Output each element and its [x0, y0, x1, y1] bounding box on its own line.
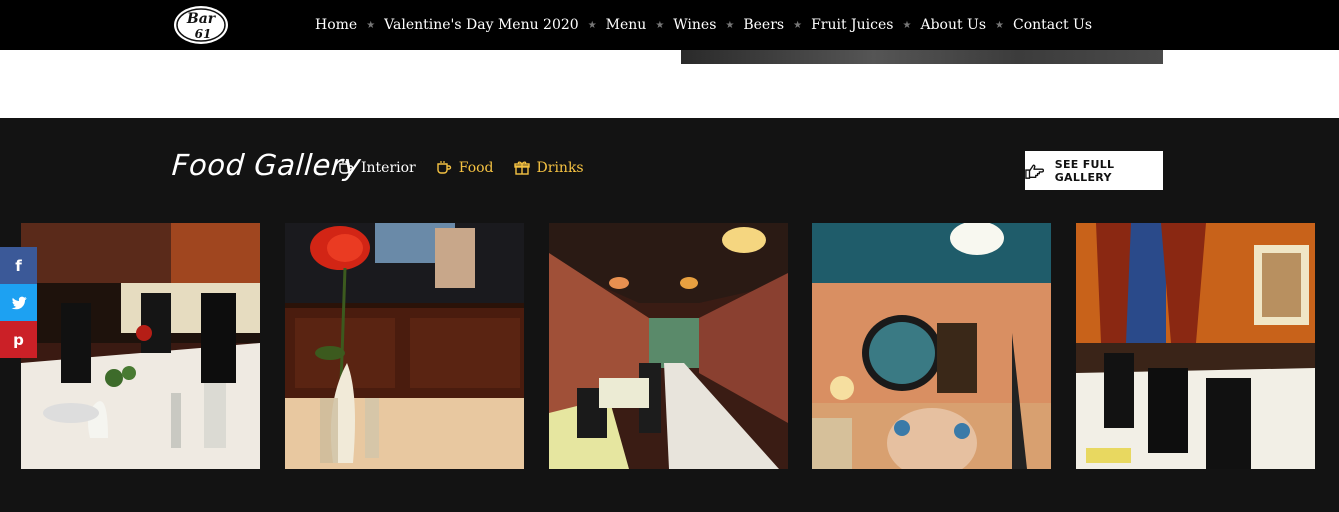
pinterest-icon: p: [13, 330, 24, 349]
gallery-title: Food Gallery: [170, 148, 363, 182]
svg-text:Bar: Bar: [186, 11, 217, 27]
filter-food[interactable]: Food: [436, 160, 494, 176]
facebook-icon: f: [15, 256, 22, 275]
facebook-share-button[interactable]: f: [0, 247, 37, 284]
filter-drinks-label: Drinks: [536, 160, 584, 176]
nav-home[interactable]: Home: [315, 17, 357, 33]
filter-interior-label: Interior: [361, 160, 416, 176]
nav-separator-star-icon: ★: [902, 19, 912, 31]
nav-valentines-menu[interactable]: Valentine's Day Menu 2020: [384, 17, 579, 33]
see-full-gallery-button[interactable]: SEE FULL GALLERY: [1025, 151, 1163, 190]
nav-about-us[interactable]: About Us: [920, 17, 986, 33]
gallery-photo-wall-decor: [812, 223, 1051, 469]
pinterest-share-button[interactable]: p: [0, 321, 37, 358]
nav-menu[interactable]: Menu: [606, 17, 647, 33]
gallery-photo-red-rose: [285, 223, 524, 469]
nav-contact-us[interactable]: Contact Us: [1013, 17, 1092, 33]
hero-image-edge: [681, 50, 1163, 64]
nav-separator-star-icon: ★: [587, 19, 597, 31]
site-logo[interactable]: Bar 61: [172, 3, 230, 47]
gallery-photo-dining-hall: [549, 223, 788, 469]
gallery-tile[interactable]: [285, 223, 524, 469]
nav-beers[interactable]: Beers: [743, 17, 784, 33]
nav-separator-star-icon: ★: [995, 19, 1004, 31]
site-header: Bar 61 Home ★ Valentine's Day Menu 2020 …: [0, 0, 1339, 50]
nav-fruit-juices[interactable]: Fruit Juices: [811, 17, 893, 33]
main-nav: Home ★ Valentine's Day Menu 2020 ★ Menu …: [315, 0, 1092, 50]
nav-separator-star-icon: ★: [366, 19, 376, 31]
nav-separator-star-icon: ★: [655, 19, 665, 31]
svg-text:61: 61: [195, 27, 212, 41]
nav-separator-star-icon: ★: [725, 19, 735, 31]
gallery-photo-restaurant-table: [21, 223, 260, 469]
gallery-tile[interactable]: [549, 223, 788, 469]
twitter-share-button[interactable]: [0, 284, 37, 321]
filter-food-label: Food: [458, 160, 494, 176]
filter-interior[interactable]: Interior: [338, 160, 416, 176]
twitter-icon: [11, 296, 26, 309]
social-share-bar: f p: [0, 247, 37, 358]
food-gallery-section: Food Gallery Interior Food Drinks SEE FU…: [0, 118, 1339, 512]
gallery-photo-orange-room: [1076, 223, 1315, 469]
cup-icon: [339, 161, 354, 174]
nav-wines[interactable]: Wines: [673, 17, 716, 33]
gift-icon: [513, 161, 530, 175]
gallery-tile[interactable]: [1076, 223, 1315, 469]
see-full-gallery-label: SEE FULL GALLERY: [1054, 157, 1115, 184]
gallery-tile[interactable]: [21, 223, 260, 469]
mug-icon: [437, 161, 451, 174]
pointing-hand-icon: [1025, 164, 1044, 179]
gallery-tile[interactable]: [812, 223, 1051, 469]
bar-61-logo-icon: Bar 61: [174, 6, 228, 44]
filter-drinks[interactable]: Drinks: [513, 160, 584, 176]
nav-separator-star-icon: ★: [793, 19, 803, 31]
gallery-filters: Interior Food Drinks: [338, 160, 584, 176]
gallery-grid: [0, 223, 1339, 469]
